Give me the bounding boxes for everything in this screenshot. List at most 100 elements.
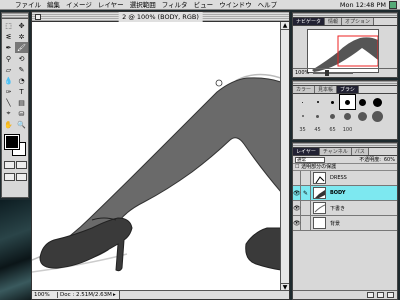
tab-options[interactable]: オプション [342, 18, 375, 25]
rubber-stamp-tool-icon[interactable]: ⚲ [2, 53, 15, 64]
magic-wand-tool-icon[interactable]: ✲ [15, 31, 28, 42]
eye-icon[interactable]: 👁 [293, 215, 301, 231]
layer-row-dress[interactable]: DRESS [293, 170, 397, 186]
layers-panel: レイヤー チャンネル パス 通常 不透明度: 60% ☐ 透明部分の保護 DRE… [292, 142, 398, 300]
layer-link-toggle[interactable] [301, 170, 311, 186]
navigator-thumbnail[interactable] [307, 29, 379, 73]
paintbrush-tool-icon[interactable]: 🖌 [15, 42, 28, 53]
tab-brushes[interactable]: ブラシ [337, 86, 359, 93]
layer-name: 背景 [330, 220, 341, 227]
eye-icon[interactable]: 👁 [293, 200, 301, 216]
brush-preset[interactable] [295, 109, 310, 123]
menu-view[interactable]: ビュー [191, 0, 217, 10]
brush-preset[interactable] [355, 109, 370, 123]
brush-size-label[interactable]: 100 [340, 123, 355, 137]
brush-preset[interactable] [310, 109, 325, 123]
brush-preset[interactable] [370, 109, 385, 123]
blur-tool-icon[interactable]: 💧 [2, 75, 15, 86]
airbrush-tool-icon[interactable]: ✒ [2, 42, 15, 53]
layer-thumbnail [313, 172, 326, 184]
document-title-bar[interactable]: 2 @ 100% (BODY, RGB) [32, 12, 289, 22]
paint-bucket-tool-icon[interactable]: ⛁ [15, 108, 28, 119]
opacity-value[interactable]: 60% [384, 157, 395, 163]
standard-mode-button[interactable] [3, 161, 15, 169]
lasso-tool-icon[interactable]: ᓬ [2, 31, 15, 42]
line-tool-icon[interactable]: ╲ [2, 97, 15, 108]
menu-filter[interactable]: フィルタ [159, 0, 191, 10]
document-title: 2 @ 100% (BODY, RGB) [118, 12, 203, 22]
layer-name: 下書き [330, 205, 346, 212]
move-tool-icon[interactable]: ✥ [15, 20, 28, 31]
layer-row-body[interactable]: 👁 ✎ BODY [293, 185, 397, 201]
quick-mask-mode-button[interactable] [15, 161, 27, 169]
tab-color[interactable]: カラー [293, 86, 316, 93]
tab-swatches[interactable]: 見本帳 [315, 86, 338, 93]
layer-mask-icon[interactable] [367, 292, 374, 298]
layer-row-sketch[interactable]: 👁 下書き [293, 200, 397, 216]
pen-tool-icon[interactable]: ✑ [2, 86, 15, 97]
paintbrush-icon: ✎ [301, 185, 311, 201]
image-canvas[interactable] [32, 22, 281, 291]
menu-image[interactable]: イメージ [63, 0, 95, 10]
history-brush-tool-icon[interactable]: ⟲ [15, 53, 28, 64]
type-tool-icon[interactable]: T [15, 86, 28, 97]
brush-presets: 35 45 65 100 [295, 94, 385, 137]
scroll-up-icon[interactable]: ▲ [281, 22, 289, 30]
tab-navigator[interactable]: ナビゲータ [293, 18, 326, 25]
menu-edit[interactable]: 編集 [44, 0, 63, 10]
tab-info[interactable]: 情報 [325, 18, 343, 25]
navigator-zoom-slider[interactable] [313, 70, 354, 76]
layer-options-row: 通常 不透明度: 60% [293, 156, 397, 164]
new-layer-icon[interactable] [377, 292, 384, 298]
pencil-tool-icon[interactable]: ✎ [15, 64, 28, 75]
layer-name: DRESS [330, 175, 347, 181]
dodge-tool-icon[interactable]: ◔ [15, 75, 28, 86]
foreground-color-swatch[interactable] [4, 134, 20, 150]
layer-name: BODY [330, 190, 346, 196]
menu-file[interactable]: ファイル [12, 0, 44, 10]
tab-channels[interactable]: チャンネル [319, 148, 352, 155]
document-size[interactable]: Doc : 2.51M/2.63M [58, 292, 113, 298]
menu-layer[interactable]: レイヤー [95, 0, 127, 10]
menu-help[interactable]: ヘルプ [255, 0, 281, 10]
vertical-scrollbar[interactable]: ▲ ▼ [280, 22, 289, 291]
brush-preset[interactable] [340, 109, 355, 123]
horizontal-scrollbar[interactable] [119, 291, 289, 299]
screen-mode-standard-button[interactable] [3, 173, 15, 181]
menu-select[interactable]: 選択範囲 [127, 0, 159, 10]
hand-tool-icon[interactable]: ✋ [2, 119, 15, 130]
menu-window[interactable]: ウインドウ [216, 0, 255, 10]
measure-tool-icon[interactable]: ⌖ [2, 108, 15, 119]
navigator-zoom[interactable]: 100% [295, 70, 309, 76]
brush-preset[interactable] [355, 95, 370, 109]
brush-size-label[interactable]: 65 [325, 123, 340, 137]
tab-paths[interactable]: パス [351, 148, 369, 155]
trash-icon[interactable] [387, 292, 394, 298]
toolbox-palette: ⬚ ✥ ᓬ ✲ ✒ 🖌 ⚲ ⟲ ▱ ✎ 💧 ◔ ✑ T ╲ ▤ ⌖ ⛁ ✋ 🔍 [1, 12, 29, 198]
eye-icon[interactable]: 👁 [293, 185, 301, 201]
layer-link-toggle[interactable] [301, 200, 311, 216]
brush-preset-selected[interactable] [339, 94, 356, 110]
brush-preset[interactable] [325, 109, 340, 123]
application-menu-icon[interactable] [389, 0, 397, 9]
brush-preset[interactable] [370, 95, 385, 109]
visibility-toggle[interactable] [293, 170, 301, 186]
brush-size-label[interactable]: 35 [295, 123, 310, 137]
layer-thumbnail [313, 202, 326, 214]
screen-mode-full-button[interactable] [15, 173, 27, 181]
blend-mode-select[interactable]: 通常 [295, 156, 325, 163]
zoom-tool-icon[interactable]: 🔍 [15, 119, 28, 130]
zoom-level[interactable]: 100% [32, 292, 58, 298]
gradient-tool-icon[interactable]: ▤ [15, 97, 28, 108]
tab-layers[interactable]: レイヤー [293, 148, 320, 155]
close-box-icon[interactable] [35, 14, 41, 20]
marquee-tool-icon[interactable]: ⬚ [2, 20, 15, 31]
brush-preset[interactable] [325, 95, 340, 109]
layer-thumbnail [313, 187, 326, 199]
layer-row-background[interactable]: 👁 背景 [293, 215, 397, 231]
brush-size-label[interactable]: 45 [310, 123, 325, 137]
brush-preset[interactable] [310, 95, 325, 109]
brush-preset[interactable] [295, 95, 310, 109]
layer-link-toggle[interactable] [301, 215, 311, 231]
eraser-tool-icon[interactable]: ▱ [2, 64, 15, 75]
